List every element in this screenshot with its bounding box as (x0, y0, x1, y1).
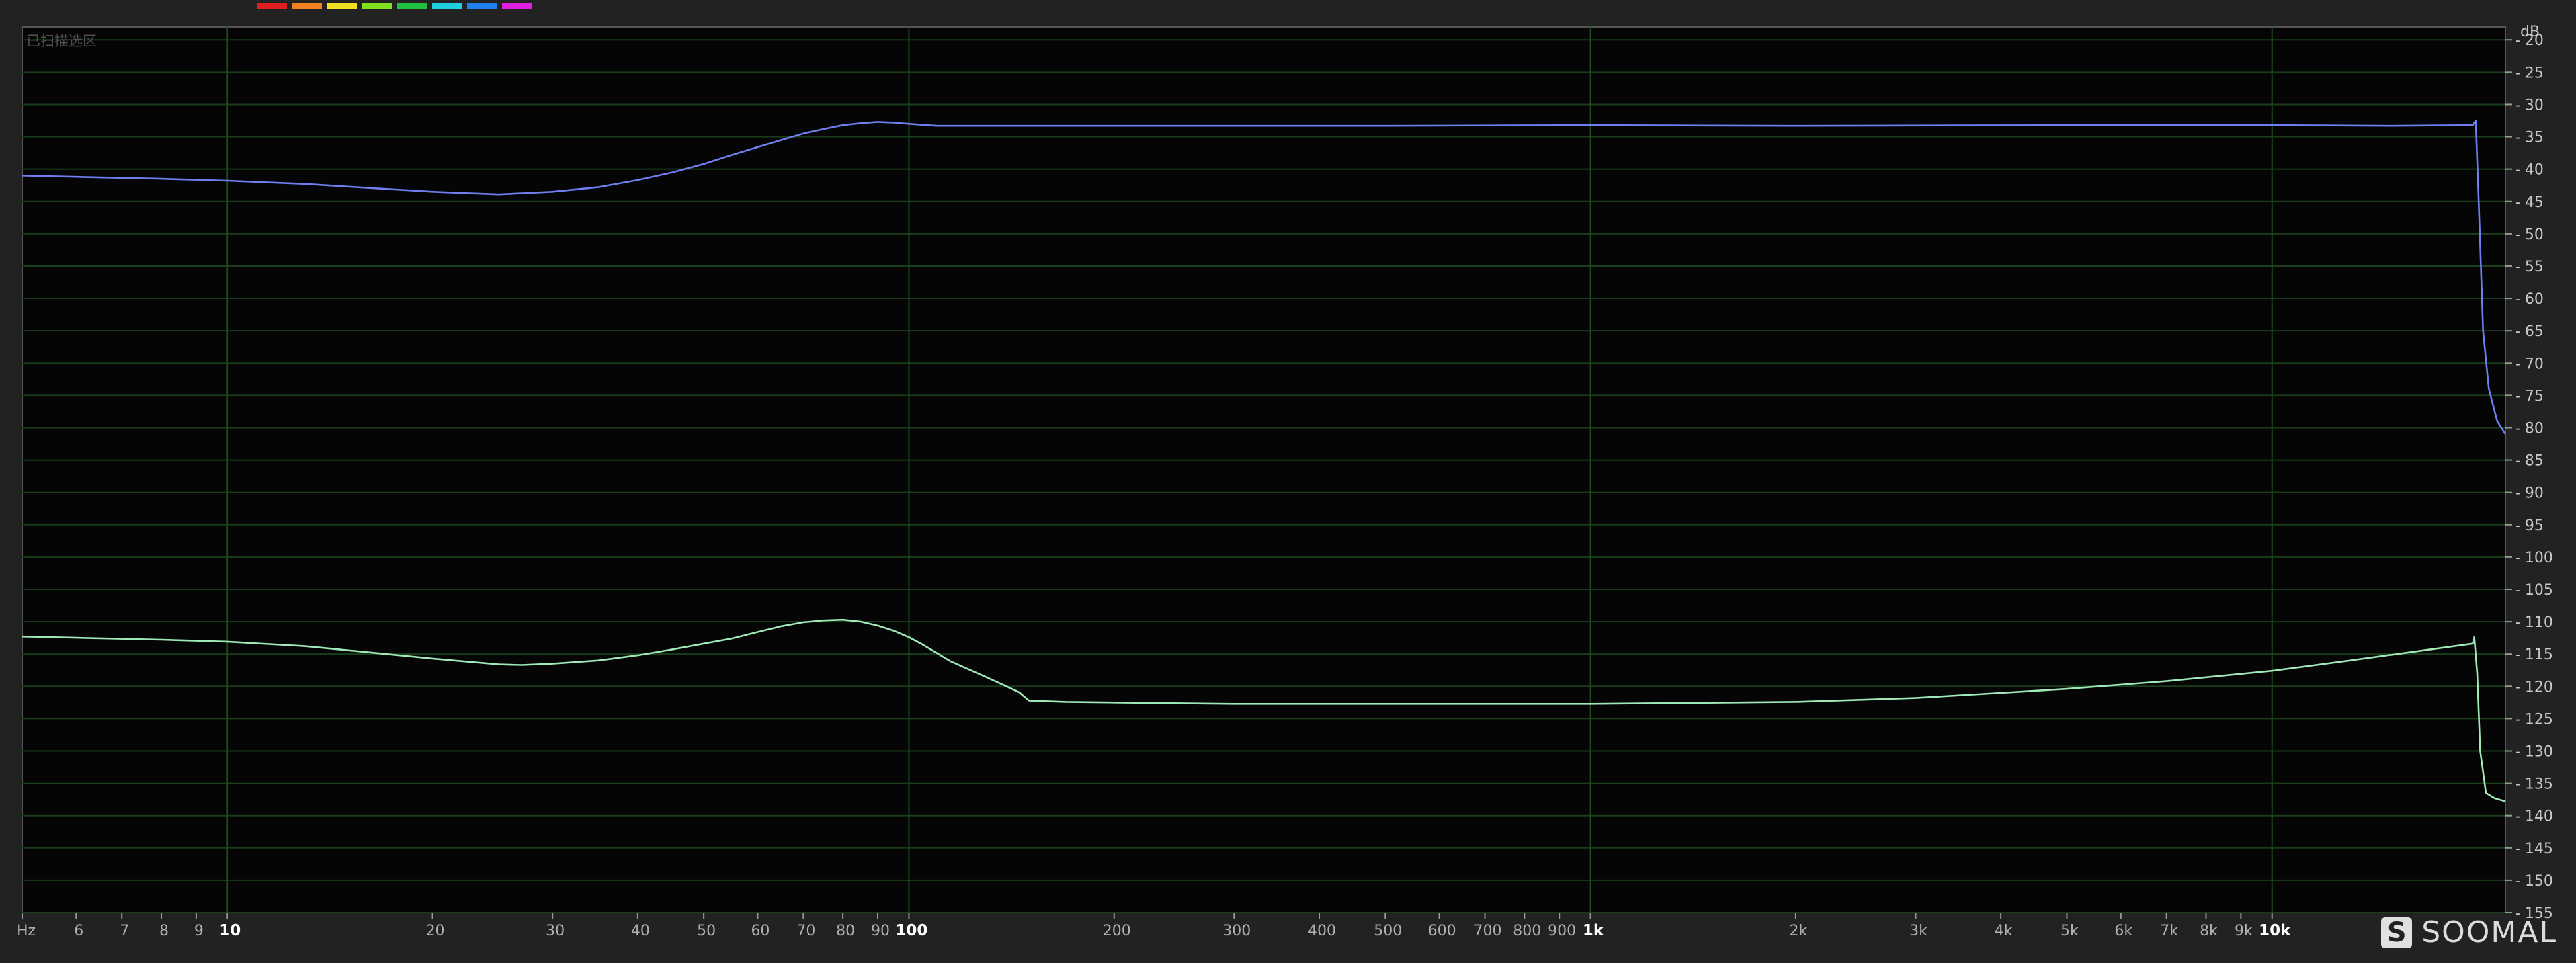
x-tick-label: 10k (2259, 922, 2291, 939)
y-tick-label: - 110 (2515, 614, 2553, 631)
legend-swatch (292, 3, 322, 9)
y-tick-label: - 75 (2515, 388, 2544, 405)
soomal-logo-icon: S (2381, 917, 2413, 948)
y-tick-label: - 55 (2515, 259, 2544, 276)
legend-swatch (432, 3, 462, 9)
x-axis-ticks: Hz 6 7 8 9 10 20 30 40 50 60 70 80 90 100 200 300 400 500 6… (17, 913, 2291, 939)
y-tick-label: - 85 (2515, 453, 2544, 470)
y-axis-unit-label: dB (2520, 24, 2540, 40)
x-tick-label: 100 (895, 922, 927, 939)
x-tick-label: 70 (796, 923, 815, 939)
legend-swatch (397, 3, 427, 9)
scan-region-label: 已扫描选区 (26, 33, 97, 49)
watermark-text: SOOMAL (2421, 915, 2557, 950)
x-tick-label: 5k (2061, 923, 2079, 939)
x-tick-label: 10 (219, 922, 241, 939)
x-tick-label: 200 (1103, 923, 1131, 939)
x-tick-label: Hz (17, 923, 36, 939)
x-tick-label: 7k (2160, 923, 2178, 939)
y-tick-label: - 100 (2515, 550, 2553, 567)
x-tick-label: 90 (871, 923, 890, 939)
x-tick-label: 9k (2235, 923, 2253, 939)
y-tick-label: - 145 (2515, 841, 2553, 857)
y-tick-label: - 120 (2515, 679, 2553, 696)
x-tick-label: 8k (2200, 923, 2218, 939)
watermark: S SOOMAL (2381, 915, 2557, 950)
x-tick-label: 800 (1513, 923, 1541, 939)
spectrum-chart: - 20- 25- 30- 35- 40- 45- 50- 55- 60- 65… (17, 3, 2553, 939)
y-tick-label: - 25 (2515, 65, 2544, 81)
x-tick-label: 30 (546, 923, 565, 939)
y-tick-label: - 140 (2515, 808, 2553, 825)
x-tick-label: 400 (1308, 923, 1336, 939)
y-tick-label: - 90 (2515, 485, 2544, 502)
x-tick-label: 1k (1583, 922, 1604, 939)
legend-swatch (467, 3, 497, 9)
y-axis-ticks: - 20- 25- 30- 35- 40- 45- 50- 55- 60- 65… (2505, 32, 2553, 922)
x-tick-label: 600 (1428, 923, 1456, 939)
legend-swatch (502, 3, 532, 9)
x-tick-label: 50 (697, 923, 716, 939)
x-tick-label: 8 (159, 923, 169, 939)
x-tick-label: 6 (74, 923, 83, 939)
y-tick-label: - 50 (2515, 226, 2544, 243)
y-tick-label: - 135 (2515, 776, 2553, 793)
legend-swatch (327, 3, 357, 9)
y-tick-label: - 105 (2515, 582, 2553, 599)
y-tick-label: - 30 (2515, 97, 2544, 114)
y-tick-label: - 115 (2515, 646, 2553, 663)
x-tick-label: 6k (2114, 923, 2132, 939)
legend-swatch (362, 3, 392, 9)
y-tick-label: - 60 (2515, 291, 2544, 308)
x-tick-label: 4k (1995, 923, 2013, 939)
y-tick-label: - 70 (2515, 355, 2544, 372)
x-tick-label: 2k (1789, 923, 1807, 939)
x-tick-label: 300 (1222, 923, 1251, 939)
y-tick-label: - 40 (2515, 162, 2544, 179)
x-tick-label: 700 (1473, 923, 1501, 939)
legend-swatches (257, 3, 532, 9)
y-tick-label: - 35 (2515, 130, 2544, 146)
y-tick-label: - 130 (2515, 743, 2553, 760)
x-tick-label: 3k (1909, 923, 1927, 939)
y-tick-label: - 80 (2515, 420, 2544, 437)
plot-area (22, 26, 2506, 913)
y-tick-label: - 150 (2515, 873, 2553, 890)
x-tick-label: 80 (836, 923, 855, 939)
x-tick-label: 9 (194, 923, 204, 939)
x-tick-label: 20 (426, 923, 445, 939)
x-tick-label: 7 (120, 923, 129, 939)
y-tick-label: - 125 (2515, 711, 2553, 728)
x-tick-label: 40 (631, 923, 650, 939)
y-tick-label: - 45 (2515, 194, 2544, 211)
y-tick-label: - 65 (2515, 323, 2544, 340)
x-tick-label: 60 (751, 923, 770, 939)
x-tick-label: 500 (1374, 923, 1402, 939)
y-tick-label: - 95 (2515, 517, 2544, 534)
legend-swatch (257, 3, 287, 9)
x-tick-label: 900 (1548, 923, 1576, 939)
